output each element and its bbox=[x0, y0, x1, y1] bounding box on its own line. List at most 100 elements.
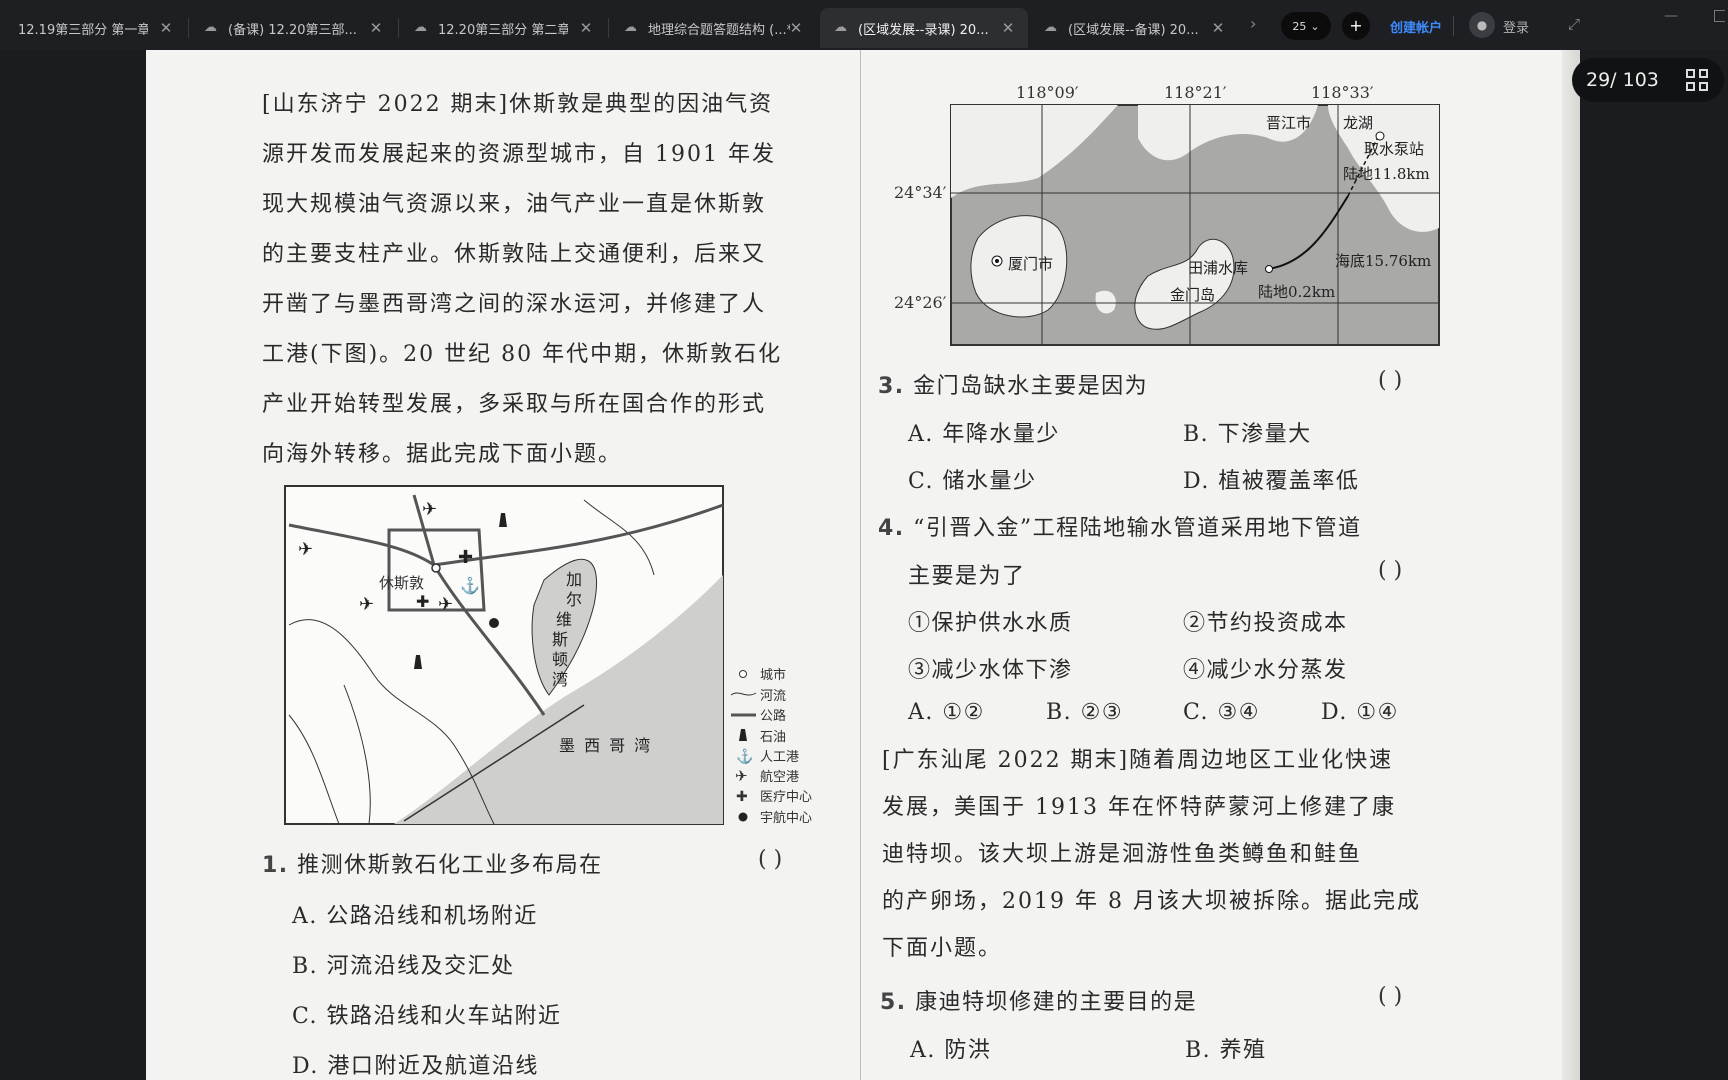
legend-river-symbol bbox=[730, 692, 757, 696]
question-number: 5. bbox=[880, 990, 907, 1015]
question-number: 1. bbox=[262, 853, 289, 878]
medical-center-icon: ✚ bbox=[458, 547, 473, 568]
tab-label: (区域发展--备课) 20... bbox=[1068, 22, 1198, 38]
latitude-label: 24°34′ bbox=[894, 183, 947, 202]
close-icon[interactable]: ✕ bbox=[788, 20, 804, 36]
city-label: 休斯敦 bbox=[379, 574, 424, 592]
intro-line: 下面小题。 bbox=[882, 936, 1003, 961]
houston-map: 休斯敦 ✈ ✈ ✈ ✈ ✚ ✚ ⚓ 加 尔 维 斯 顿 湾 墨 西 哥 湾 城市… bbox=[284, 485, 812, 826]
place-label: 金门岛 bbox=[1170, 286, 1215, 304]
city-marker bbox=[431, 563, 441, 573]
question-number: 3. bbox=[878, 374, 905, 399]
place-label: 田浦水库 bbox=[1188, 259, 1248, 277]
airport-icon: ✈ bbox=[359, 594, 374, 615]
new-tab-button[interactable]: + bbox=[1342, 12, 1370, 40]
q4-item-2: ②节约投资成本 bbox=[1183, 611, 1348, 636]
tab-label: 地理综合题答题结构 (...* bbox=[648, 22, 790, 38]
airport-icon: ✈ bbox=[298, 539, 313, 560]
tab-label: (区域发展--录课) 20... bbox=[858, 22, 988, 38]
cloud-icon: ☁ bbox=[834, 20, 847, 35]
intro-line: 开凿了与墨西哥湾之间的深水运河，并修建了人 bbox=[262, 292, 767, 317]
question-text: 金门岛缺水主要是因为 bbox=[913, 374, 1149, 399]
legend-item: 人工港 bbox=[760, 750, 799, 765]
intro-line: 产业开始转型发展，多采取与所在国合作的形式 bbox=[262, 392, 767, 417]
chevron-right-icon[interactable]: › bbox=[1250, 14, 1256, 33]
grid-view-icon[interactable] bbox=[1686, 69, 1708, 91]
longitude-label: 118°21′ bbox=[1164, 83, 1227, 102]
latitude-label: 24°26′ bbox=[894, 293, 947, 312]
place-label: 龙湖 bbox=[1343, 114, 1373, 132]
tab-2[interactable]: ☁ 12.20第三部分 第二章... ✕ bbox=[400, 8, 606, 48]
place-label: 陆地11.8km bbox=[1343, 165, 1430, 183]
column-divider bbox=[860, 50, 861, 1080]
legend-item: 航空港 bbox=[760, 769, 799, 785]
login-link[interactable]: 登录 bbox=[1503, 17, 1529, 36]
cloud-icon: ☁ bbox=[624, 20, 637, 35]
question-5-stem: 5. 康迪特坝修建的主要目的是 bbox=[880, 984, 1197, 1016]
place-label: 晋江市 bbox=[1266, 114, 1311, 132]
cloud-icon: ☁ bbox=[414, 20, 427, 35]
seaport-icon: ⚓ bbox=[460, 576, 480, 595]
intro-line: 迪特坝。该大坝上游是洄游性鱼类鳟鱼和鲑鱼 bbox=[882, 842, 1363, 867]
answer-bracket: ( ) bbox=[758, 847, 783, 872]
legend-item: 医疗中心 bbox=[760, 790, 812, 805]
create-account-link[interactable]: 创建帐户 bbox=[1390, 17, 1442, 36]
close-icon[interactable]: ✕ bbox=[158, 20, 174, 36]
q1-option-c: C. 铁路沿线和火车站附近 bbox=[292, 1004, 562, 1029]
reservoir-marker bbox=[1265, 265, 1273, 273]
q4-item-3: ③减少水体下渗 bbox=[908, 658, 1073, 683]
close-icon[interactable]: ✕ bbox=[578, 20, 594, 36]
question-4-stem: 4. “引晋入金”工程陆地输水管道采用地下管道 bbox=[878, 510, 1362, 542]
q1-option-b: B. 河流沿线及交汇处 bbox=[292, 954, 515, 979]
legend-seaport-symbol: ⚓ bbox=[736, 748, 753, 765]
tab-separator bbox=[188, 18, 189, 38]
kinmen-map: 118°09′ 118°21′ 118°33′ 24°34′ 24°26′ 晋江… bbox=[894, 83, 1440, 346]
airport-icon: ✈ bbox=[438, 594, 453, 615]
tab-separator bbox=[398, 18, 399, 38]
q3-option-b: B. 下渗量大 bbox=[1183, 422, 1312, 447]
tab-3[interactable]: ☁ 地理综合题答题结构 (...* ✕ bbox=[610, 8, 816, 48]
q4-item-4: ④减少水分蒸发 bbox=[1183, 658, 1348, 683]
page-counter[interactable]: 29/ 103 bbox=[1572, 58, 1724, 102]
legend-item: 城市 bbox=[760, 667, 786, 683]
q4-option-c: C. ③④ bbox=[1183, 700, 1260, 725]
gulf-label: 墨 西 哥 湾 bbox=[559, 736, 652, 755]
legend-item: 宇航中心 bbox=[760, 810, 812, 826]
question-number: 4. bbox=[878, 516, 905, 541]
tab-1[interactable]: ☁ (备课) 12.20第三部... ✕ bbox=[190, 8, 396, 48]
zoom-value: 25 bbox=[1292, 19, 1307, 33]
close-icon[interactable]: ✕ bbox=[1000, 20, 1016, 36]
q3-option-a: A. 年降水量少 bbox=[908, 422, 1060, 447]
tab-0[interactable]: 12.19第三部分 第一章... ✕ bbox=[0, 8, 186, 48]
bay-label-char: 加 bbox=[566, 570, 582, 589]
intro-line: 发展，美国于 1913 年在怀特萨蒙河上修建了康 bbox=[882, 795, 1396, 820]
space-center-icon bbox=[489, 618, 499, 628]
tab-bar: 12.19第三部分 第一章... ✕ ☁ (备课) 12.20第三部... ✕ … bbox=[0, 0, 1728, 50]
q4-option-b: B. ②③ bbox=[1046, 700, 1124, 725]
place-label: 厦门市 bbox=[1008, 255, 1053, 273]
tab-5[interactable]: ☁ (区域发展--备课) 20... ✕ bbox=[1030, 8, 1238, 48]
zoom-dropdown[interactable]: 25 ⌄ bbox=[1281, 12, 1331, 40]
minimize-icon[interactable]: — bbox=[1664, 8, 1678, 24]
q3-option-d: D. 植被覆盖率低 bbox=[1183, 469, 1360, 494]
q4-item-1: ①保护供水水质 bbox=[908, 611, 1073, 636]
place-label: 陆地0.2km bbox=[1258, 283, 1335, 301]
close-icon[interactable]: ✕ bbox=[368, 20, 384, 36]
tab-label: (备课) 12.20第三部... bbox=[228, 22, 357, 38]
cloud-icon: ☁ bbox=[1044, 20, 1057, 35]
question-text: “引晋入金”工程陆地输水管道采用地下管道 bbox=[913, 516, 1362, 541]
intro-line: 源开发而发展起来的资源型城市，自 1901 年发 bbox=[262, 142, 776, 167]
intro-paragraph-2: [广东汕尾 2022 期末]随着周边地区工业化快速 发展，美国于 1913 年在… bbox=[882, 737, 1462, 972]
legend-city-symbol bbox=[739, 670, 747, 678]
legend-medical-symbol: ✚ bbox=[736, 789, 748, 805]
bay-label-char: 湾 bbox=[552, 670, 568, 689]
medical-center-icon: ✚ bbox=[416, 592, 429, 611]
tab-4-active[interactable]: ☁ (区域发展--录课) 20... ✕ bbox=[820, 8, 1028, 48]
map-legend: 城市 河流 公路 石油 ⚓ 人工港 ✈ 航空港 ✚ 医疗中心 宇航中心 bbox=[730, 667, 812, 826]
restore-icon[interactable] bbox=[1714, 10, 1725, 22]
question-1-stem: 1. 推测休斯敦石化工业多布局在 bbox=[262, 847, 603, 879]
close-icon[interactable]: ✕ bbox=[1210, 20, 1226, 36]
expand-icon[interactable]: ⤢ bbox=[1568, 15, 1580, 33]
user-icon[interactable]: ● bbox=[1469, 12, 1495, 38]
page-edge bbox=[1562, 50, 1580, 1080]
